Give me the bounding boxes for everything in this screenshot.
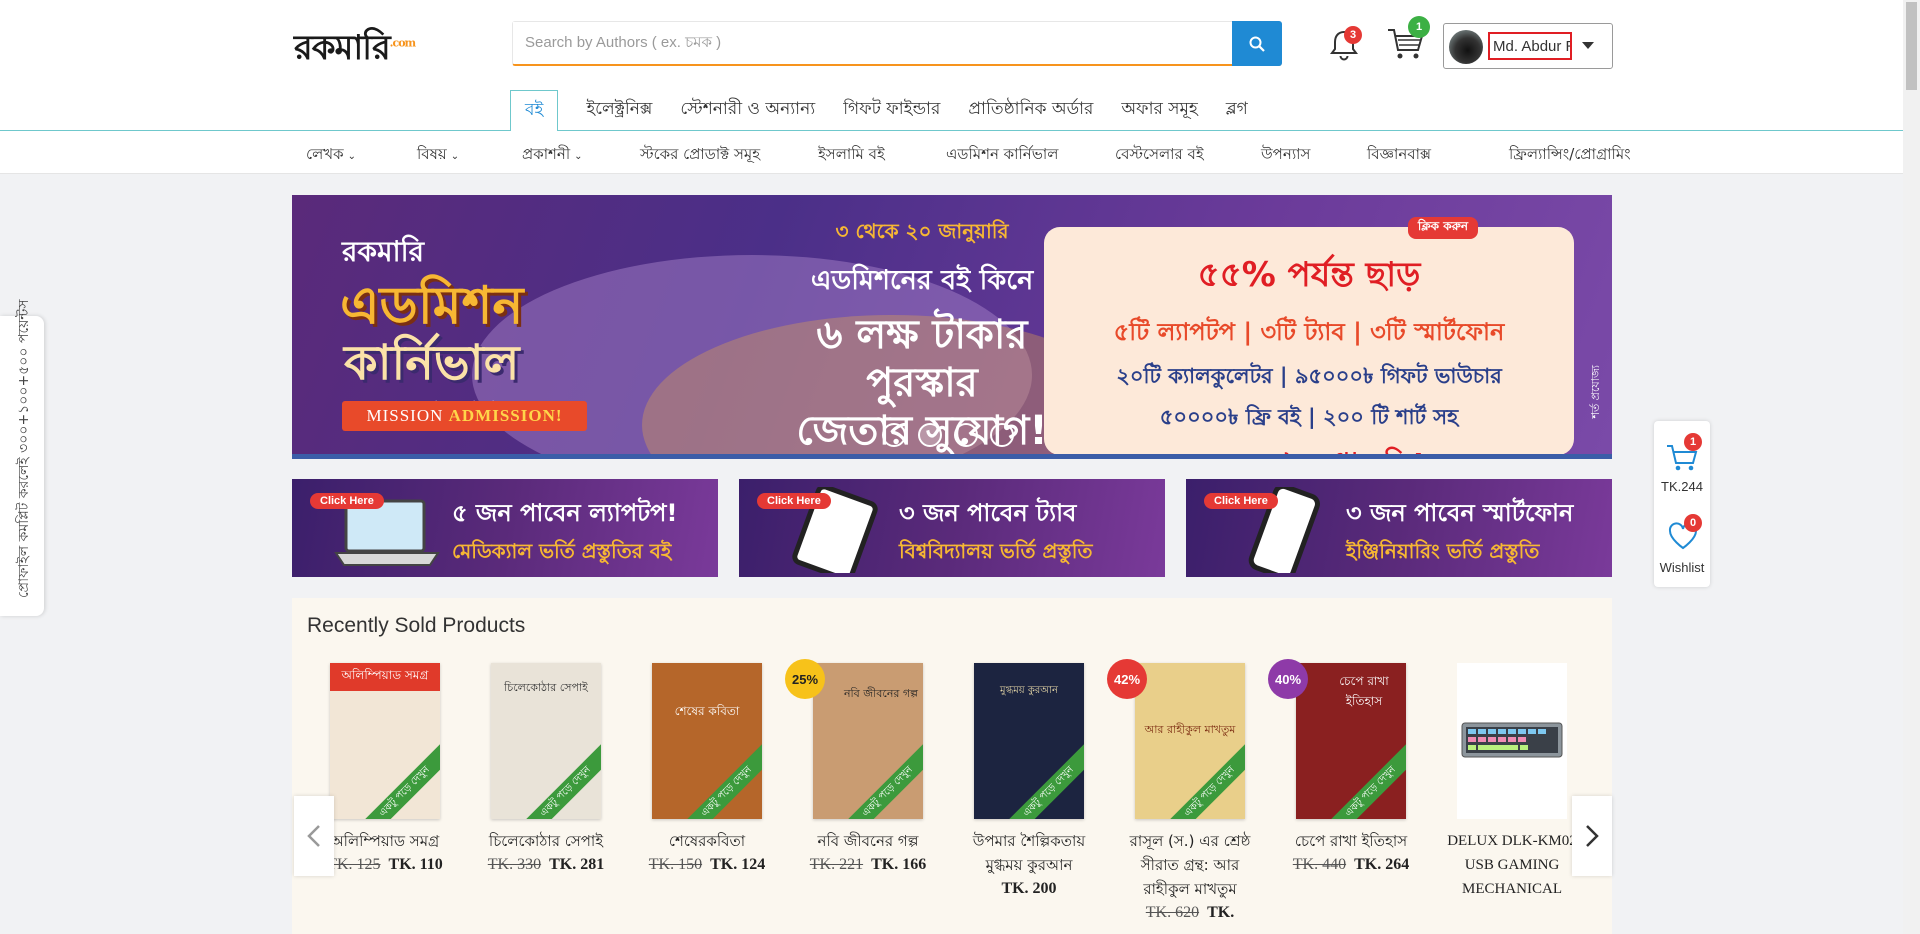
search-button[interactable] <box>1232 21 1282 66</box>
book-cover[interactable]: আর রাহীকুল মাখতুম একটু পড়ে দেখুন <box>1135 663 1245 819</box>
tab-books[interactable]: বই <box>510 90 559 132</box>
nav-admission-carnival[interactable]: এডমিশন কার্নিভাল <box>946 143 1058 168</box>
promo-banner-tab[interactable]: Click Here ৩ জন পাবেন ট্যাব বিশ্ববিদ্যাল… <box>739 479 1165 577</box>
promo-banner-smartphone[interactable]: Click Here ৩ জন পাবেন স্মার্টফোন ইঞ্জিনি… <box>1186 479 1612 577</box>
banner-mission: MISSION ADMISSION! <box>342 401 587 431</box>
banner-offer-panel: ক্লিক করুন ৫৫% পর্যন্ত ছাড় ৫টি ল্যাপটপ … <box>1044 217 1574 454</box>
carousel-dot[interactable] <box>882 423 906 447</box>
top-nav: বই ইলেক্ট্রনিক্স স্টেশনারী ও অন্যান্য গি… <box>510 90 1262 132</box>
tab-electronics[interactable]: ইলেক্ট্রনিক্স <box>572 90 666 132</box>
book-cover[interactable]: মুগ্ধময় কুরআন একটু পড়ে দেখুন <box>974 663 1084 819</box>
book-cover[interactable]: নবি জীবনের গল্প একটু পড়ে দেখুন <box>813 663 923 819</box>
nav-in-stock[interactable]: স্টকের প্রোডাক্ট সমূহ <box>640 143 760 168</box>
wishlist-label: Wishlist <box>1659 560 1705 575</box>
carousel-dots <box>882 423 1014 447</box>
user-name: Md. Abdur R <box>1488 32 1572 60</box>
nav-publishers[interactable]: প্রকাশনী ⌄ <box>522 143 583 168</box>
site-logo[interactable]: রকমারি.com <box>294 22 416 79</box>
search-input[interactable] <box>513 22 1233 62</box>
nav-freelancing[interactable]: ফ্রিল্যান্সিং/প্রোগ্রামিং <box>1509 143 1631 168</box>
user-menu[interactable]: Md. Abdur R <box>1443 23 1613 69</box>
product-card[interactable]: মুগ্ধময় কুরআন একটু পড়ে দেখুন উপমার শৈল… <box>954 663 1104 901</box>
carousel-dot[interactable] <box>918 423 942 447</box>
floating-cart-button[interactable]: 1 <box>1654 421 1710 479</box>
discount-badge: 25% <box>785 659 825 699</box>
nav-authors[interactable]: লেখক ⌄ <box>306 143 356 168</box>
carousel-prev-button[interactable] <box>294 796 334 876</box>
notification-button[interactable]: 3 <box>1328 26 1362 62</box>
product-card[interactable]: শেষের কবিতা একটু পড়ে দেখুন শেষেরকবিতা T… <box>632 663 782 877</box>
book-cover[interactable]: চেপে রাখা ইতিহাস একটু পড়ে দেখুন <box>1296 663 1406 819</box>
page-scrollbar[interactable] <box>1903 0 1920 934</box>
product-card[interactable]: 40% চেপে রাখা ইতিহাস একটু পড়ে দেখুন চেপ… <box>1268 659 1426 877</box>
promo-banner-laptop[interactable]: Click Here ৫ জন পাবেন ল্যাপটপ! মেডিক্যাল… <box>292 479 718 577</box>
site-header: রকমারি.com 3 1 Md. Abdur R বই ইলেক্ট্রনি… <box>0 0 1903 132</box>
floating-cart-card: 1 TK.244 0 Wishlist <box>1654 421 1710 587</box>
chevron-left-icon <box>307 825 320 847</box>
section-title: Recently Sold Products <box>307 614 526 637</box>
nav-subjects[interactable]: বিষয় ⌄ <box>417 143 459 168</box>
carousel-dot[interactable] <box>990 423 1014 447</box>
floating-cart-total: TK.244 <box>1661 479 1703 494</box>
keyboard-icon <box>1461 722 1563 758</box>
hero-banner[interactable]: রকমারি এডমিশন কার্নিভাল ২০২২ MISSION ADM… <box>292 195 1612 459</box>
profile-points-tab[interactable]: প্রোফাইল কমপ্লিট করলেই ৩০০+১০০+৫০০ পয়েন… <box>0 299 44 616</box>
book-cover[interactable]: শেষের কবিতা একটু পড়ে দেখুন <box>652 663 762 819</box>
caret-down-icon <box>1582 42 1594 49</box>
category-nav: লেখক ⌄ বিষয় ⌄ প্রকাশনী ⌄ স্টকের প্রোডাক্ট … <box>0 131 1903 174</box>
floating-wishlist-button[interactable]: 0 <box>1654 502 1710 560</box>
search-icon <box>1249 36 1265 52</box>
nav-novels[interactable]: উপন্যাস <box>1261 143 1310 168</box>
nav-science-box[interactable]: বিজ্ঞানবাক্স <box>1367 143 1431 168</box>
tab-stationery[interactable]: স্টেশনারী ও অন্যান্য <box>666 90 829 132</box>
carousel-next-button[interactable] <box>1572 796 1612 876</box>
cart-badge: 1 <box>1408 16 1430 38</box>
nav-islamic-books[interactable]: ইসলামি বই <box>818 143 885 168</box>
product-card[interactable]: 25% নবি জীবনের গল্প একটু পড়ে দেখুন নবি … <box>785 659 943 877</box>
tab-institutional-order[interactable]: প্রাতিষ্ঠানিক অর্ডার <box>954 90 1107 132</box>
chevron-down-icon: ⌄ <box>347 151 356 162</box>
book-cover[interactable]: অলিম্পিয়াড সমগ্র একটু পড়ে দেখুন <box>330 663 440 819</box>
scrollbar-thumb[interactable] <box>1906 2 1917 90</box>
search-bar <box>512 21 1282 66</box>
chevron-down-icon: ⌄ <box>574 151 583 162</box>
book-cover[interactable]: চিলেকোঠার সেপাই একটু পড়ে দেখুন <box>491 663 601 819</box>
tab-blog[interactable]: ব্লগ <box>1212 90 1262 132</box>
product-card[interactable]: 42% আর রাহীকুল মাখতুম একটু পড়ে দেখুন রা… <box>1107 659 1265 925</box>
discount-badge: 40% <box>1268 659 1308 699</box>
carousel-dot[interactable] <box>954 423 978 447</box>
nav-bestseller[interactable]: বেস্টসেলার বই <box>1115 143 1204 168</box>
product-card[interactable]: চিলেকোঠার সেপাই একটু পড়ে দেখুন চিলেকোঠা… <box>471 663 621 877</box>
avatar <box>1449 30 1483 64</box>
chevron-right-icon <box>1586 825 1599 847</box>
recently-sold-section: Recently Sold Products অলিম্পিয়াড সমগ্র… <box>292 598 1612 934</box>
tab-offers[interactable]: অফার সমূহ <box>1107 90 1211 132</box>
product-image[interactable] <box>1457 663 1567 819</box>
chevron-down-icon: ⌄ <box>450 151 460 162</box>
tab-gift-finder[interactable]: গিফট ফাইন্ডার <box>829 90 954 132</box>
terms-note: শর্ত প্রযোজ্য <box>1589 365 1602 419</box>
wishlist-badge: 0 <box>1684 514 1702 532</box>
cart-button[interactable]: 1 <box>1386 16 1430 62</box>
click-here-tag[interactable]: ক্লিক করুন <box>1407 217 1478 239</box>
floating-cart-badge: 1 <box>1684 433 1702 451</box>
discount-badge: 42% <box>1107 659 1147 699</box>
notification-badge: 3 <box>1344 26 1362 44</box>
product-card[interactable]: DELUX DLK-KM02 USB GAMING MECHANICAL <box>1437 663 1587 901</box>
